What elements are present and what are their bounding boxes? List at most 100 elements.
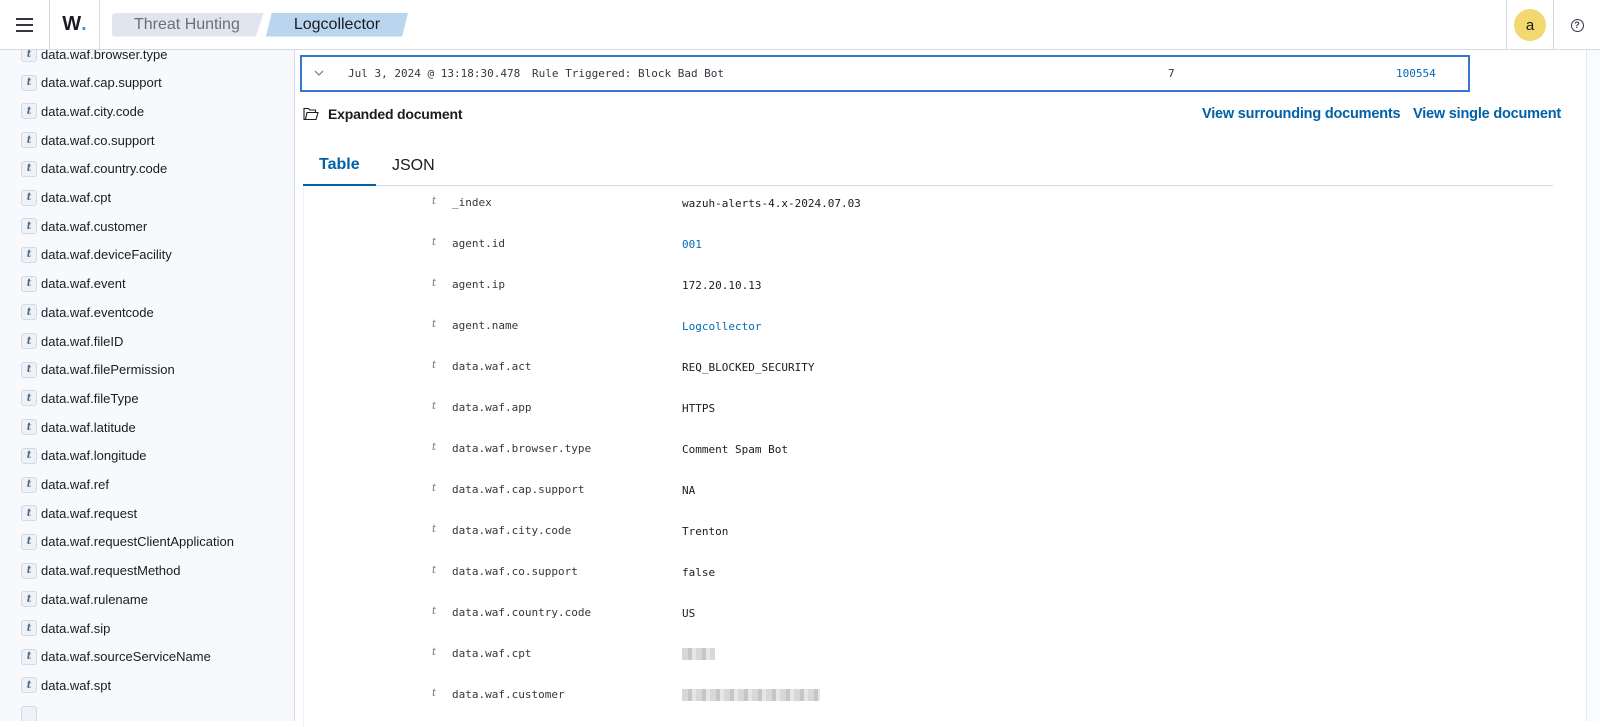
string-type-icon: t	[21, 304, 37, 321]
sidebar-field-label: data.waf.sip	[41, 620, 111, 636]
sidebar-field-item[interactable]: t data.waf.requestMethod	[21, 560, 180, 582]
string-type-icon: t	[21, 160, 37, 177]
redacted-value	[682, 648, 715, 660]
document-field-row: t data.waf.cap.support NA	[304, 474, 1554, 515]
event-rule-level: 7	[1168, 67, 1175, 80]
view-single-document-link[interactable]: View single document	[1413, 106, 1561, 122]
field-value: REQ_BLOCKED_SECURITY	[682, 361, 815, 374]
sidebar-field-item[interactable]: t data.waf.latitude	[21, 416, 136, 438]
string-type-icon: t	[21, 419, 37, 436]
string-type-icon: t	[21, 648, 37, 665]
string-type-icon: t	[21, 333, 37, 349]
tab-table[interactable]: Table	[303, 146, 376, 186]
breadcrumb-threat-hunting[interactable]: Threat Hunting	[112, 13, 264, 37]
tab-json[interactable]: JSON	[376, 146, 451, 186]
string-type-icon: t	[21, 591, 37, 608]
field-value-link[interactable]: 001	[682, 238, 702, 251]
sidebar-field-item[interactable]: t data.waf.ref	[21, 474, 109, 496]
sidebar-field-label: data.waf.request	[41, 505, 138, 521]
app-logo[interactable]: W.	[50, 0, 100, 50]
field-name: agent.name	[452, 319, 519, 332]
string-type-icon: t	[432, 483, 437, 494]
sidebar-field-label: data.waf.requestClientApplication	[41, 534, 234, 550]
breadcrumb: Threat Hunting Logcollector	[112, 0, 408, 50]
logo-text: W	[62, 13, 82, 35]
string-type-icon: t	[21, 562, 37, 579]
sidebar-field-item[interactable]: t data.waf.rulename	[21, 588, 148, 610]
avatar: a	[1514, 9, 1546, 41]
field-name: data.waf.cpt	[452, 647, 532, 660]
document-fields-table: t _index wazuh-alerts-4.x-2024.07.03 t agent…	[303, 187, 1553, 727]
string-type-icon: t	[21, 390, 37, 407]
sidebar-field-item-partial[interactable]	[21, 703, 41, 721]
breadcrumb-logcollector[interactable]: Logcollector	[266, 13, 408, 37]
sidebar-field-label: data.waf.longitude	[41, 448, 147, 464]
string-type-icon: t	[432, 524, 437, 535]
sidebar-field-item[interactable]: t data.waf.sourceServiceName	[21, 646, 211, 668]
sidebar-field-item[interactable]: t data.waf.city.code	[21, 100, 144, 122]
sidebar-field-item[interactable]: t data.waf.deviceFacility	[21, 244, 172, 266]
field-name: _index	[452, 196, 492, 209]
sidebar-field-item[interactable]: t data.waf.event	[21, 273, 126, 295]
string-type-icon: t	[21, 275, 37, 292]
sidebar-field-label: data.waf.requestMethod	[41, 563, 181, 579]
view-surrounding-documents-link[interactable]: View surrounding documents	[1202, 106, 1401, 122]
field-value	[682, 648, 715, 663]
sidebar-field-label: data.waf.fileType	[41, 390, 139, 406]
string-type-icon: t	[432, 442, 437, 453]
sidebar-field-item[interactable]: t data.waf.sip	[21, 617, 110, 639]
sidebar-field-item[interactable]: t data.waf.browser.type	[21, 50, 167, 65]
help-button[interactable]: ?	[1554, 0, 1600, 50]
string-type-icon: t	[432, 606, 437, 617]
field-value: Trenton	[682, 525, 729, 538]
string-type-icon: t	[432, 237, 437, 248]
sidebar-field-label: data.waf.filePermission	[41, 362, 175, 378]
sidebar-field-item[interactable]: t data.waf.filePermission	[21, 359, 175, 381]
document-field-row: t data.waf.app HTTPS	[304, 392, 1554, 433]
sidebar-field-item[interactable]: t data.waf.fileID	[21, 330, 123, 352]
field-value-link[interactable]: Logcollector	[682, 320, 761, 333]
sidebar-field-item[interactable]: t data.waf.country.code	[21, 158, 167, 180]
sidebar-field-label: data.waf.cpt	[41, 190, 112, 205]
sidebar-field-item[interactable]: t data.waf.cap.support	[21, 72, 162, 94]
string-type-icon: t	[432, 647, 437, 658]
field-value: Comment Spam Bot	[682, 443, 788, 456]
sidebar-field-item[interactable]: t data.waf.requestClientApplication	[21, 531, 234, 553]
document-field-row: t data.waf.city.code Trenton	[304, 515, 1554, 556]
event-timestamp: Jul 3, 2024 @ 13:18:30.478	[348, 67, 521, 80]
document-field-row: t data.waf.cpt	[304, 638, 1554, 679]
sidebar-field-item[interactable]: t data.waf.customer	[21, 215, 147, 237]
sidebar-field-label: data.waf.deviceFacility	[41, 247, 172, 263]
sidebar-field-item[interactable]: t data.waf.co.support	[21, 129, 154, 151]
string-type-icon: t	[21, 189, 37, 206]
sidebar-field-item[interactable]: t data.waf.request	[21, 502, 137, 524]
sidebar-field-item[interactable]: t data.waf.fileType	[21, 387, 139, 409]
string-type-icon: t	[21, 50, 37, 62]
chevron-down-icon[interactable]	[314, 68, 324, 78]
document-field-row: t agent.ip 172.20.10.13	[304, 269, 1554, 310]
sidebar-field-label: data.waf.eventcode	[41, 304, 154, 320]
top-header: W. Threat Hunting Logcollector a ?	[0, 0, 1600, 50]
main-content: Jul 3, 2024 @ 13:18:30.478 Rule Triggere…	[296, 50, 1600, 727]
page-scrollbar[interactable]	[1586, 50, 1600, 721]
field-name: data.waf.browser.type	[452, 442, 592, 455]
user-menu-button[interactable]: a	[1506, 0, 1554, 50]
sidebar-field-item[interactable]: t data.waf.spt	[21, 674, 111, 696]
string-type-icon: t	[21, 218, 37, 235]
document-field-row: t data.waf.browser.type Comment Spam Bot	[304, 433, 1554, 474]
expanded-document-header: Expanded document	[303, 104, 462, 124]
sidebar-field-item[interactable]: t data.waf.longitude	[21, 445, 147, 467]
sidebar-field-item[interactable]: t data.waf.eventcode	[21, 301, 154, 323]
sidebar-field-item[interactable]: t data.waf.cpt	[21, 187, 111, 209]
string-type-icon: t	[21, 103, 37, 120]
sidebar-field-label: data.waf.country.code	[41, 161, 168, 177]
hamburger-icon	[16, 16, 33, 34]
string-type-icon: t	[432, 401, 437, 412]
event-rule-id-link[interactable]: 100554	[1396, 67, 1436, 80]
string-type-icon: t	[21, 533, 37, 550]
menu-toggle-button[interactable]	[0, 0, 50, 50]
string-type-icon: t	[21, 447, 37, 464]
string-type-icon: t	[21, 74, 37, 91]
selected-event-row[interactable]: Jul 3, 2024 @ 13:18:30.478 Rule Triggere…	[300, 55, 1470, 92]
document-field-row: t data.waf.country.code US	[304, 597, 1554, 638]
